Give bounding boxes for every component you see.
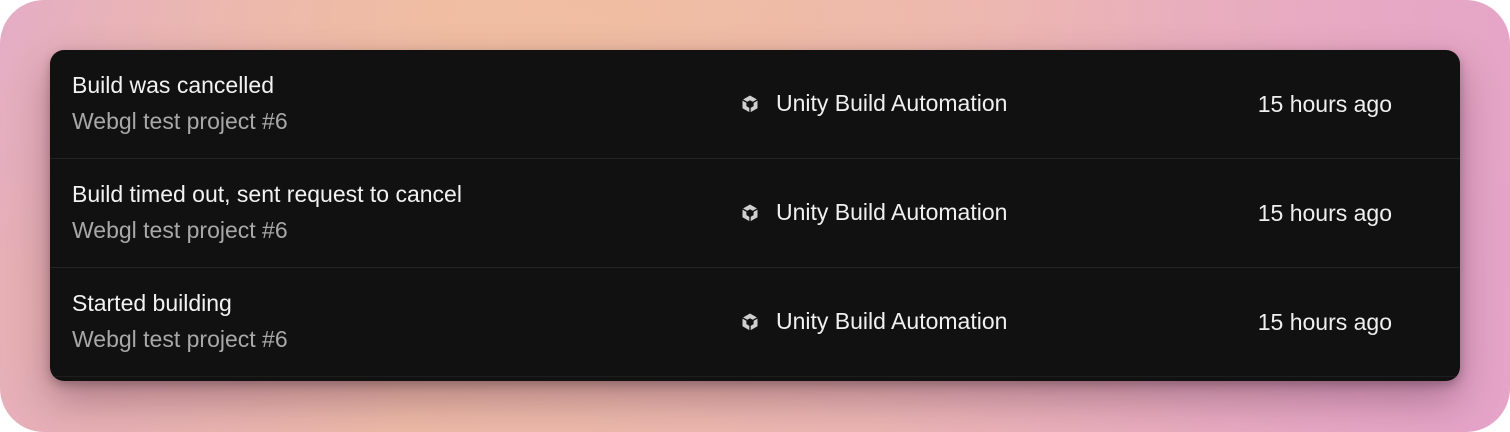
background-frame: Build was cancelled Webgl test project #… xyxy=(0,0,1510,432)
activity-project: Webgl test project #6 xyxy=(72,217,288,243)
activity-title: Build was cancelled xyxy=(72,72,275,98)
activity-project: Webgl test project #6 xyxy=(72,326,288,352)
activity-source-label: Unity Build Automation xyxy=(776,199,1008,225)
activity-row[interactable]: Build was cancelled Webgl test project #… xyxy=(50,50,1460,159)
activity-source-label: Unity Build Automation xyxy=(776,308,1008,334)
unity-logo-icon xyxy=(740,312,760,332)
activity-title: Build timed out, sent request to cancel xyxy=(72,181,462,207)
activity-source-label: Unity Build Automation xyxy=(776,90,1008,116)
activity-source: Unity Build Automation xyxy=(740,308,1007,335)
activity-source: Unity Build Automation xyxy=(740,90,1007,117)
activity-row[interactable]: Build timed out, sent request to cancel … xyxy=(50,159,1460,268)
activity-title: Started building xyxy=(72,290,232,316)
activity-row[interactable]: Started building Webgl test project #6 U… xyxy=(50,268,1460,377)
activity-project: Webgl test project #6 xyxy=(72,108,288,134)
activity-timestamp: 15 hours ago xyxy=(1257,91,1392,117)
activity-timestamp: 15 hours ago xyxy=(1257,309,1392,335)
activity-list: Build was cancelled Webgl test project #… xyxy=(50,50,1460,381)
unity-logo-icon xyxy=(740,203,760,223)
activity-timestamp: 15 hours ago xyxy=(1257,200,1392,226)
unity-logo-icon xyxy=(740,94,760,114)
activity-source: Unity Build Automation xyxy=(740,199,1007,226)
